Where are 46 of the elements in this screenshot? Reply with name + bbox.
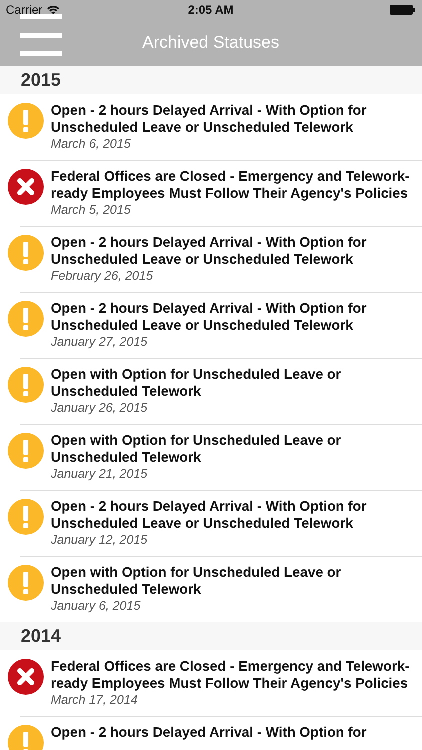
status-row[interactable]: Open with Option for Unscheduled Leave or Unscheduled Telework January 6, 2015 [0,556,422,622]
status-date: January 12, 2015 [51,533,149,547]
status-date: March 17, 2014 [51,693,139,707]
status-row[interactable]: Open with Option for Unscheduled Leave or Unscheduled Telework January 26, 2015 [0,358,422,424]
status-date: March 6, 2015 [51,137,132,151]
battery-icon [390,5,416,15]
warning-icon [8,565,44,601]
status-title: Open - 2 hours Delayed Arrival - With Option for Unscheduled Leave or Unscheduled Telework [51,498,368,531]
status-date: March 5, 2015 [51,203,132,217]
status-title: Open - 2 hours Delayed Arrival - With Option for [51,724,368,740]
status-title: Open - 2 hours Delayed Arrival - With Option for Unscheduled Leave or Unscheduled Telework [51,300,368,333]
warning-icon [8,433,44,469]
status-date: January 27, 2015 [51,335,149,349]
clock: 2:05 AM [187,3,235,17]
status-row[interactable]: Open with Option for Unscheduled Leave or Unscheduled Telework January 21, 2015 [0,424,422,490]
close-icon [8,169,44,205]
year-label: 2015 [21,70,62,90]
status-title: Open - 2 hours Delayed Arrival - With Option for Unscheduled Leave or Unscheduled Telework [51,234,368,267]
warning-icon [8,235,44,271]
status-row[interactable]: Open - 2 hours Delayed Arrival - With Option for Unscheduled Leave or Unscheduled Telework February 26, 2015 [0,226,422,292]
status-title: Open with Option for Unscheduled Leave or Unscheduled Telework [51,432,342,465]
status-date: January 26, 2015 [51,401,149,415]
status-title: Open with Option for Unscheduled Leave or Unscheduled Telework [51,366,342,399]
status-row[interactable]: Open - 2 hours Delayed Arrival - With Option for Unscheduled Leave or Unscheduled Telework January 12, 2015 [0,490,422,556]
wifi-icon [46,5,60,15]
warning-icon [8,367,44,403]
status-date: January 6, 2015 [51,599,142,613]
warning-icon [8,103,44,139]
warning-icon [8,499,44,535]
status-row[interactable]: Federal Offices are Closed - Emergency and Telework-ready Employees Must Follow Their Agency's Policies March 17, 2014 [0,650,422,716]
status-date: February 26, 2015 [51,269,154,283]
year-label: 2014 [21,626,62,646]
screen-title: Archived Statuses [142,33,280,53]
status-title: Open - 2 hours Delayed Arrival - With Option for Unscheduled Leave or Unscheduled Telework [51,102,368,135]
status-row[interactable]: Open - 2 hours Delayed Arrival - With Option for [0,716,422,750]
status-row[interactable]: Open - 2 hours Delayed Arrival - With Option for Unscheduled Leave or Unscheduled Telework January 27, 2015 [0,292,422,358]
warning-icon [8,301,44,337]
status-row[interactable]: Open - 2 hours Delayed Arrival - With Option for Unscheduled Leave or Unscheduled Telework March 6, 2015 [0,94,422,160]
status-date: January 21, 2015 [51,467,149,481]
status-row[interactable]: Federal Offices are Closed - Emergency and Telework-ready Employees Must Follow Their Agency's Policies March 5, 2015 [0,160,422,226]
status-title: Open with Option for Unscheduled Leave or Unscheduled Telework [51,564,342,597]
status-title: Federal Offices are Closed - Emergency and Telework-ready Employees Must Follow Their Agency's Policies [51,658,411,691]
status-title: Federal Offices are Closed - Emergency and Telework-ready Employees Must Follow Their Agency's Policies [51,168,411,201]
carrier-label: Carrier [6,3,43,17]
close-icon [8,659,44,695]
menu-button[interactable] [20,14,62,56]
